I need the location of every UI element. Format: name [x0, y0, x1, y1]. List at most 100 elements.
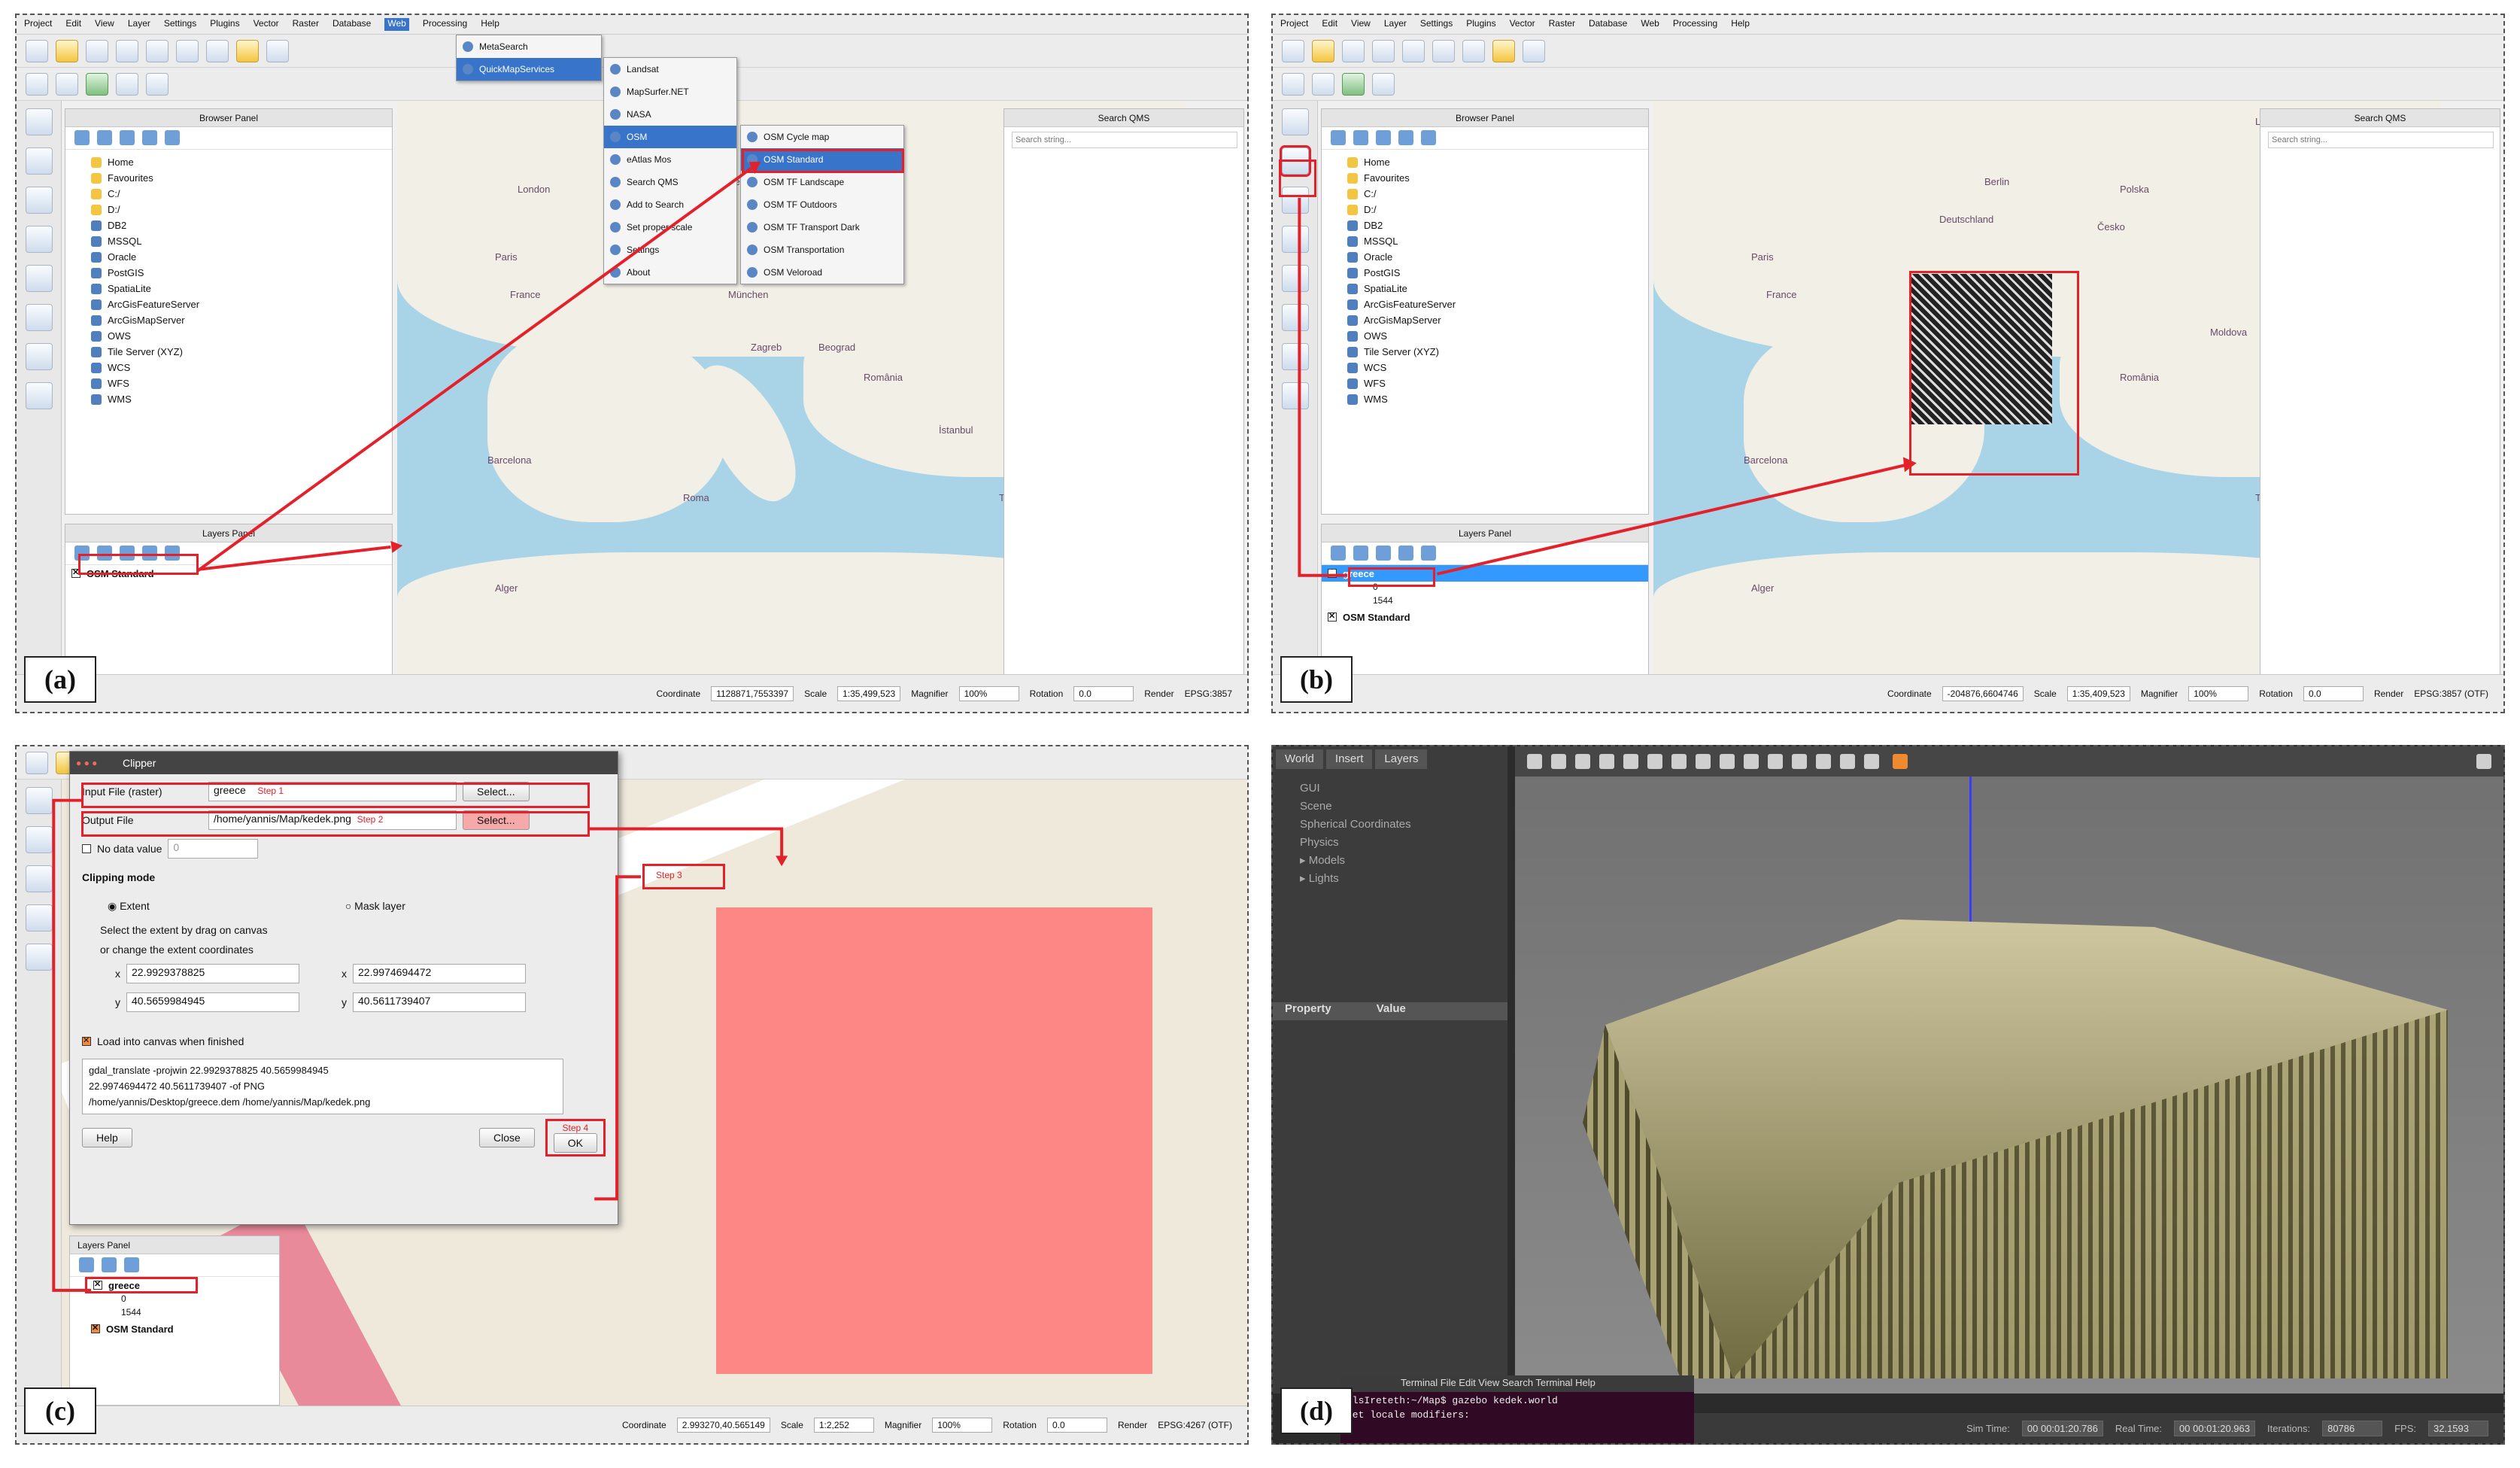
browser-item[interactable]: PostGIS	[1347, 265, 1648, 281]
style-icon[interactable]	[1331, 546, 1346, 561]
tree-scene[interactable]: Scene	[1300, 798, 1507, 816]
tree-lights[interactable]: ▸ Lights	[1300, 870, 1507, 888]
crs-button[interactable]: EPSG:3857 (OTF)	[2414, 688, 2488, 699]
collapse-icon[interactable]	[142, 130, 157, 145]
copy-icon[interactable]	[1792, 754, 1807, 769]
close-button[interactable]: Close	[478, 1128, 535, 1147]
add-postgis-icon[interactable]	[25, 904, 53, 932]
add-csv-icon[interactable]	[25, 382, 53, 409]
browser-item[interactable]: DB2	[91, 217, 392, 233]
clip-extent-area[interactable]	[716, 907, 1152, 1374]
browser-item[interactable]: ArcGisFeatureServer	[91, 296, 392, 312]
menu-edit[interactable]: Edit	[65, 18, 81, 31]
add-wcs-icon[interactable]	[25, 304, 53, 331]
layer-osm-standard[interactable]: OSM Standard	[85, 1321, 279, 1337]
menu-item[interactable]: OSM TF Transport Dark	[741, 216, 903, 239]
tree-physics[interactable]: Physics	[1300, 834, 1507, 852]
delete-icon[interactable]	[146, 72, 169, 96]
x2-field[interactable]: 22.9974694472	[353, 964, 526, 983]
menu-help[interactable]: Help	[1731, 18, 1750, 31]
save-icon[interactable]	[86, 39, 108, 62]
browser-item[interactable]: WFS	[1347, 375, 1648, 391]
add-wcs-icon[interactable]	[1281, 304, 1309, 331]
menu-item[interactable]: Search QMS	[604, 171, 736, 193]
info-icon[interactable]	[165, 130, 180, 145]
tree-models[interactable]: ▸ Models	[1300, 852, 1507, 870]
info-icon[interactable]	[1421, 130, 1436, 145]
browser-item[interactable]: ArcGisFeatureServer	[1347, 296, 1648, 312]
browser-item[interactable]: Favourites	[1347, 170, 1648, 186]
zoom-out-icon[interactable]	[206, 39, 229, 62]
rotation-field[interactable]: 0.0	[1046, 1417, 1107, 1433]
layer-checkbox[interactable]	[1328, 567, 1337, 578]
rotation-field[interactable]: 0.0	[2303, 685, 2364, 701]
menu-item[interactable]: OSM TF Landscape	[741, 171, 903, 193]
menu-plugins[interactable]: Plugins	[210, 18, 239, 31]
pan-icon[interactable]	[1402, 39, 1425, 62]
menu-item[interactable]: OSM Transportation	[741, 239, 903, 261]
filter-icon[interactable]	[124, 1257, 139, 1272]
node-tool-icon[interactable]	[116, 72, 138, 96]
layer-greece[interactable]: greece	[85, 1277, 198, 1293]
render-toggle[interactable]: Render	[2374, 688, 2403, 699]
coordinate-field[interactable]: 1128871,7553397	[711, 685, 794, 701]
menu-settings[interactable]: Settings	[164, 18, 196, 31]
browser-item[interactable]: ArcGisMapServer	[1347, 312, 1648, 328]
add-wfs-icon[interactable]	[1281, 343, 1309, 370]
tab-layers[interactable]: Layers	[1375, 749, 1428, 769]
menu-item[interactable]: MapSurfer.NET	[604, 81, 736, 103]
menu-item[interactable]: About	[604, 261, 736, 284]
crs-button[interactable]: EPSG:3857	[1185, 688, 1232, 699]
menu-view[interactable]: View	[1351, 18, 1371, 31]
menu-item[interactable]: NASA	[604, 103, 736, 126]
y1-field[interactable]: 40.5659984945	[126, 992, 299, 1012]
select-mode-icon[interactable]	[1527, 754, 1542, 769]
browser-item[interactable]: D:/	[91, 202, 392, 217]
browser-item[interactable]: DB2	[1347, 217, 1648, 233]
filter-icon[interactable]	[120, 130, 135, 145]
magnifier-field[interactable]: 100%	[2188, 685, 2249, 701]
menu-item-quickmapservices[interactable]: QuickMapServices	[457, 58, 601, 81]
browser-item[interactable]: D:/	[1347, 202, 1648, 217]
add-layer-icon[interactable]	[1342, 72, 1365, 96]
render-toggle[interactable]: Render	[1118, 1420, 1147, 1430]
crs-button[interactable]: EPSG:4267 (OTF)	[1158, 1420, 1232, 1430]
add-group-icon[interactable]	[1353, 546, 1368, 561]
rotation-field[interactable]: 0.0	[1073, 685, 1134, 701]
snap-icon[interactable]	[1864, 754, 1879, 769]
add-vector-icon[interactable]	[25, 787, 53, 814]
point-light-icon[interactable]	[1744, 754, 1759, 769]
edit-icon[interactable]	[26, 72, 48, 96]
x1-field[interactable]: 22.9929378825	[126, 964, 299, 983]
extent-radio[interactable]: ◉ Extent	[108, 900, 150, 913]
browser-item[interactable]: Tile Server (XYZ)	[91, 344, 392, 360]
menu-item[interactable]: eAtlas Mos	[604, 148, 736, 171]
edit-icon[interactable]	[1282, 72, 1304, 96]
add-vector-icon[interactable]	[25, 108, 53, 135]
filter-icon[interactable]	[1376, 546, 1391, 561]
menu-item[interactable]: OSM Cycle map	[741, 126, 903, 148]
scale-field[interactable]: 1:35,499,523	[837, 685, 901, 701]
print-icon[interactable]	[116, 39, 138, 62]
change-view-icon[interactable]	[1893, 754, 1908, 769]
browser-item[interactable]: C:/	[1347, 186, 1648, 202]
scale-field[interactable]: 1:35,409,523	[2066, 685, 2130, 701]
open-project-icon[interactable]	[1312, 39, 1334, 62]
new-project-icon[interactable]	[26, 751, 48, 774]
add-vector-icon[interactable]	[1281, 108, 1309, 135]
sphere-icon[interactable]	[1696, 754, 1711, 769]
tree-spherical[interactable]: Spherical Coordinates	[1300, 816, 1507, 834]
add-spatialite-icon[interactable]	[25, 865, 53, 892]
menu-item-osm[interactable]: OSM	[604, 126, 736, 148]
browser-item[interactable]: SpatiaLite	[91, 281, 392, 296]
filter-icon[interactable]	[1376, 130, 1391, 145]
translate-mode-icon[interactable]	[1551, 754, 1566, 769]
command-textbox[interactable]: gdal_translate -projwin 22.9929378825 40…	[82, 1059, 563, 1114]
spot-light-icon[interactable]	[1768, 754, 1783, 769]
add-wms-icon[interactable]	[25, 944, 53, 971]
identify-icon[interactable]	[1492, 39, 1515, 62]
menu-web[interactable]: Web	[1641, 18, 1659, 31]
load-canvas-checkbox[interactable]	[82, 1035, 91, 1046]
browser-item[interactable]: Tile Server (XYZ)	[1347, 344, 1648, 360]
browser-item[interactable]: MSSQL	[91, 233, 392, 249]
